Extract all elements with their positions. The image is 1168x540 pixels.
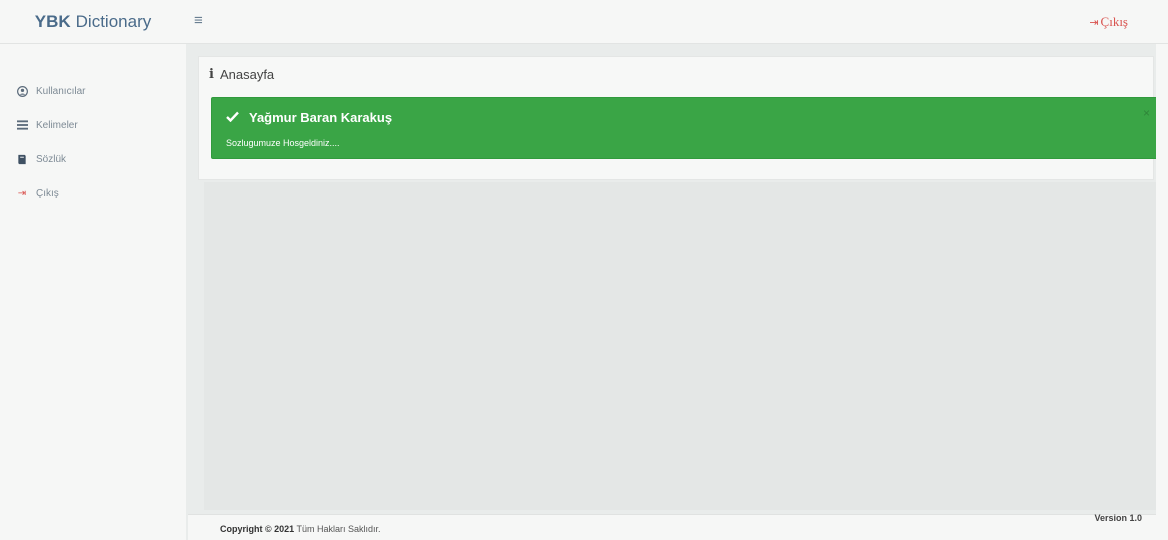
sidebar-item-label: Kullanıcılar: [36, 85, 86, 97]
alert-heading: Yağmur Baran Karakuş: [226, 110, 392, 125]
copyright-rest: Tüm Hakları Saklıdır.: [296, 524, 381, 534]
alert-title: Yağmur Baran Karakuş: [249, 110, 393, 125]
sidebar-item-label: Sözlük: [36, 153, 67, 165]
sidebar-item-sozluk[interactable]: Sözlük: [0, 142, 186, 176]
book-icon: [16, 153, 28, 165]
page-title: i Anasayfa: [209, 67, 274, 82]
welcome-alert: Yağmur Baran Karakuş Sozlugumuze Hosgeld…: [211, 97, 1159, 159]
copyright-text: Copyright © 2021 Tüm Hakları Saklıdır.: [220, 524, 381, 534]
top-navbar: YBK Dictionary ≡ ⇥ Çıkış: [0, 0, 1168, 44]
brand-logo[interactable]: YBK Dictionary: [0, 0, 186, 44]
list-icon: [16, 119, 28, 131]
home-panel: i Anasayfa Yağmur Baran Karakuş Sozlugum…: [198, 56, 1159, 180]
close-icon[interactable]: ×: [1143, 106, 1150, 120]
logout-link[interactable]: ⇥ Çıkış: [1089, 14, 1128, 30]
check-icon: [226, 110, 239, 125]
main-content: i Anasayfa Yağmur Baran Karakuş Sozlugum…: [188, 44, 1159, 514]
scrollbar[interactable]: [1156, 44, 1168, 540]
page-title-label: Anasayfa: [219, 67, 275, 82]
alert-message: Sozlugumuze Hosgeldiniz....: [226, 138, 340, 148]
sign-out-icon: ⇥: [17, 187, 27, 199]
sidebar-item-kelimeler[interactable]: Kelimeler: [0, 108, 186, 142]
user-circle-icon: [16, 85, 28, 97]
logout-label: Çıkış: [1100, 14, 1128, 29]
brand-bold: YBK: [34, 12, 71, 31]
sidebar-item-label: Kelimeler: [36, 119, 78, 131]
brand-rest: Dictionary: [75, 12, 152, 31]
sign-out-icon: ⇥: [1089, 16, 1099, 29]
sidebar-item-label: Çıkış: [36, 187, 59, 199]
version-label: Version 1.0: [1094, 513, 1142, 523]
hamburger-icon[interactable]: ≡: [194, 12, 212, 30]
sidebar: Kullanıcılar Kelimeler Sözlük ⇥ Çıkış: [0, 44, 186, 540]
sidebar-item-kullanicilar[interactable]: Kullanıcılar: [0, 74, 186, 108]
info-icon: i: [209, 67, 214, 82]
content-body: [204, 182, 1156, 510]
sidebar-item-cikis[interactable]: ⇥ Çıkış: [0, 176, 186, 210]
footer: Copyright © 2021 Tüm Hakları Saklıdır. V…: [188, 513, 1156, 540]
copyright-bold: Copyright © 2021: [220, 524, 295, 534]
